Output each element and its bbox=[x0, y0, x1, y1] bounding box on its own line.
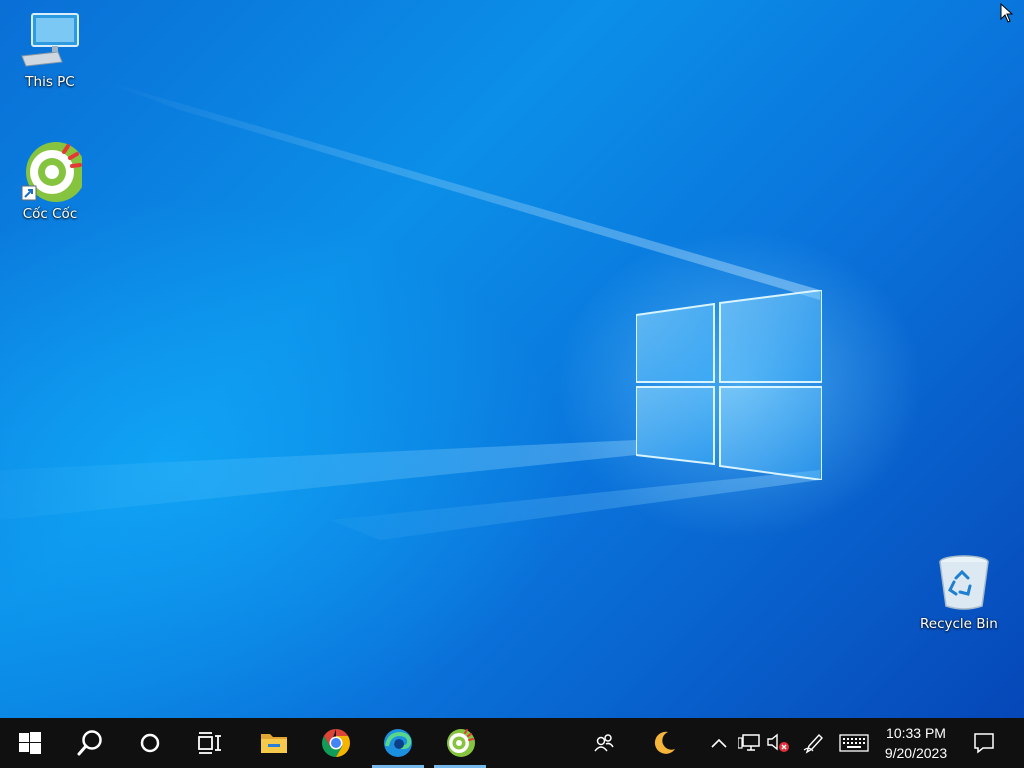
clock-time: 10:33 PM bbox=[886, 725, 946, 741]
network-button[interactable] bbox=[736, 718, 762, 768]
search-icon bbox=[77, 730, 102, 756]
action-center-button[interactable] bbox=[964, 718, 1004, 768]
desktop-icon-recycle-bin[interactable]: Recycle Bin bbox=[920, 552, 998, 632]
taskbar-app-file-explorer[interactable] bbox=[244, 718, 304, 768]
chevron-up-icon bbox=[711, 738, 727, 748]
pen-workspace-button[interactable] bbox=[800, 718, 828, 768]
file-explorer-icon bbox=[261, 734, 287, 753]
desktop[interactable]: This PC Cốc Cốc Recycle Bin bbox=[0, 0, 1024, 718]
this-pc-icon bbox=[18, 10, 82, 70]
touch-keyboard-icon bbox=[839, 734, 869, 752]
desktop-icon-label: This PC bbox=[25, 74, 75, 90]
pen-workspace-icon bbox=[803, 733, 823, 754]
cortana-circle-icon bbox=[140, 733, 160, 753]
windows-wallpaper-logo bbox=[636, 290, 822, 480]
network-icon bbox=[738, 734, 760, 751]
volume-button[interactable] bbox=[764, 718, 792, 768]
task-view-button[interactable] bbox=[180, 718, 240, 768]
taskbar-clock[interactable]: 10:33 PM 9/20/2023 bbox=[874, 718, 958, 768]
desktop-icon-label: Cốc Cốc bbox=[22, 206, 78, 222]
weather-button[interactable] bbox=[646, 718, 682, 768]
mouse-cursor-icon bbox=[1000, 3, 1014, 23]
desktop-icon-label: Recycle Bin bbox=[920, 616, 998, 632]
desktop-icon-this-pc[interactable]: This PC bbox=[12, 10, 88, 90]
taskbar-app-coccoc[interactable] bbox=[434, 718, 486, 768]
search-button[interactable] bbox=[60, 718, 120, 768]
chrome-icon bbox=[322, 729, 350, 757]
tray-overflow-button[interactable] bbox=[706, 718, 732, 768]
recycle-bin-icon bbox=[926, 552, 990, 612]
touch-keyboard-button[interactable] bbox=[836, 718, 872, 768]
action-center-icon bbox=[974, 733, 994, 754]
volume-muted-icon bbox=[767, 733, 789, 752]
taskbar-app-chrome[interactable] bbox=[306, 718, 366, 768]
moon-icon bbox=[654, 731, 675, 754]
clock-date: 9/20/2023 bbox=[884, 745, 948, 761]
wallpaper-light-beams bbox=[0, 80, 820, 540]
start-button[interactable] bbox=[0, 718, 60, 768]
cortana-button[interactable] bbox=[120, 718, 180, 768]
edge-icon bbox=[384, 729, 412, 757]
task-view-icon bbox=[198, 732, 221, 754]
people-icon bbox=[594, 734, 614, 752]
people-button[interactable] bbox=[588, 718, 620, 768]
taskbar: 10:33 PM 9/20/2023 bbox=[0, 718, 1024, 768]
windows-logo-icon bbox=[19, 732, 41, 754]
desktop-icon-coccoc[interactable]: Cốc Cốc bbox=[12, 142, 88, 222]
coccoc-icon bbox=[447, 729, 475, 757]
coccoc-icon bbox=[18, 142, 86, 202]
taskbar-app-edge[interactable] bbox=[372, 718, 424, 768]
